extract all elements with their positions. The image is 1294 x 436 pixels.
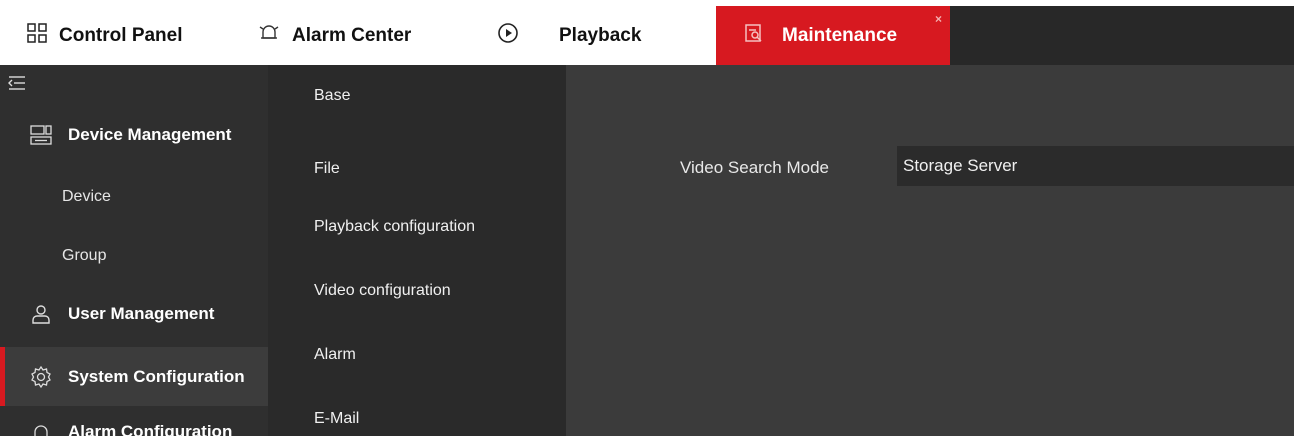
sidebar-item-device-management[interactable]: Device Management [0, 107, 268, 163]
sidebar-item-label: User Management [68, 304, 215, 323]
grid-icon [27, 22, 47, 49]
collapse-icon[interactable] [8, 75, 26, 96]
video-search-mode-label: Video Search Mode [680, 158, 830, 177]
sidebar-item-device[interactable]: Device [0, 169, 268, 225]
sidebar-item-label: System Configuration [68, 366, 245, 386]
close-icon[interactable]: × [935, 12, 942, 26]
play-icon [497, 22, 519, 50]
sidebar: Device Management Device Group User Mana… [0, 65, 268, 436]
bell-icon [258, 22, 280, 50]
tab-alarm-center[interactable]: Alarm Center [258, 6, 411, 65]
tab-label: Control Panel [59, 24, 183, 46]
tab-label: Alarm Center [292, 24, 412, 46]
maintenance-icon [744, 23, 764, 49]
sidebar-item-system-configuration[interactable]: System Configuration [0, 347, 268, 406]
sidebar-item-label: Device [62, 188, 111, 205]
select-value: Storage Server [903, 156, 1018, 175]
device-icon [30, 124, 52, 146]
config-subnav [268, 65, 566, 436]
sidebar-item-label: Device Management [68, 125, 232, 144]
alarm-icon [30, 422, 52, 436]
tab-label: Playback [559, 24, 642, 46]
subnav-item-video-configuration[interactable]: Video configuration [314, 282, 451, 300]
subnav-item-email[interactable]: E-Mail [314, 410, 359, 428]
sidebar-item-group[interactable]: Group [0, 228, 268, 284]
user-icon [30, 303, 52, 325]
sidebar-item-alarm-configuration[interactable]: Alarm Configuration [0, 406, 268, 436]
sidebar-item-label: Alarm Configuration [68, 422, 233, 436]
tab-control-panel[interactable]: Control Panel [27, 6, 183, 65]
sidebar-item-label: Group [62, 247, 107, 264]
tab-maintenance[interactable]: Maintenance × [716, 6, 950, 65]
subnav-item-base[interactable]: Base [314, 87, 350, 105]
video-search-mode-select[interactable]: Storage Server [897, 146, 1294, 186]
subnav-item-playback-configuration[interactable]: Playback configuration [314, 218, 475, 236]
gear-icon [30, 365, 52, 388]
tab-playback[interactable]: Playback [497, 6, 641, 65]
subnav-item-file[interactable]: File [314, 160, 340, 178]
subnav-item-alarm[interactable]: Alarm [314, 346, 356, 364]
tab-label: Maintenance [782, 24, 898, 46]
sidebar-item-user-management[interactable]: User Management [0, 286, 268, 342]
